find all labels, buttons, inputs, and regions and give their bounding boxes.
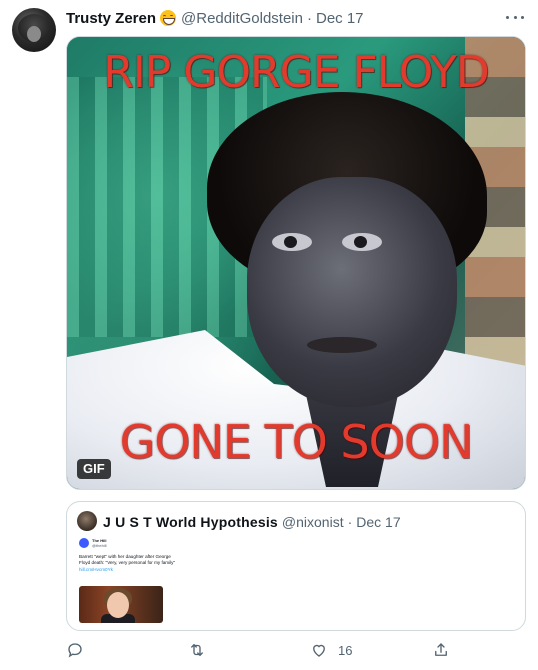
gif-mouth [307,337,377,353]
gif-right-eye [342,233,382,251]
reply-button[interactable] [66,640,84,660]
reply-icon [68,643,82,658]
share-icon [435,643,447,656]
share-button[interactable] [432,640,450,660]
embedded-link: hill.cm/Hvcm0Yk [79,566,113,572]
action-bar: 16 [66,640,466,660]
quote-date: Dec 17 [356,514,401,530]
gif-badge: GIF [77,459,111,479]
gif-caption-bottom: GONE TO SOON [119,415,474,469]
embedded-photo [79,586,163,623]
quote-separator-dot: · [347,514,353,530]
like-button[interactable]: 16 [310,640,352,660]
gif-left-eye [272,233,312,251]
embedded-photo-face [107,592,129,618]
tweet[interactable]: Trusty Zeren @RedditGoldstein · Dec 17 R… [0,0,538,670]
heart-icon [313,644,325,657]
retweet-icon [191,644,203,656]
like-count: 16 [338,642,353,658]
embedded-header: The Hill @thehill [79,538,189,548]
retweet-button[interactable] [188,640,206,660]
gif-caption-top: RIP GORGE FLOYD [103,47,490,98]
tweet-header: Trusty Zeren @RedditGoldstein · Dec 17 [66,8,364,28]
embedded-tweet-screenshot: The Hill @thehill Barrett "wept" with he… [79,538,189,573]
separator-dot: · [307,9,312,27]
quote-display-name: J U S T World Hypothesis [103,514,278,530]
gif-face [247,177,457,407]
avatar[interactable] [12,8,56,52]
gif-media[interactable]: RIP GORGE FLOYD GONE TO SOON GIF [66,36,526,490]
avatar-face [27,26,41,42]
user-handle[interactable]: @RedditGoldstein [181,10,303,27]
display-name[interactable]: Trusty Zeren [66,10,156,27]
embedded-handle: @thehill [92,543,107,548]
more-options-icon[interactable] [506,8,524,26]
quote-header: J U S T World Hypothesis @nixonist · Dec… [103,512,401,532]
grinning-face-icon [160,10,177,26]
embedded-body: Barrett "wept" with her daughter after G… [79,554,176,566]
embedded-text: Barrett "wept" with her daughter after G… [79,554,179,573]
quote-tweet[interactable]: J U S T World Hypothesis @nixonist · Dec… [66,501,526,631]
quote-handle: @nixonist [281,514,344,530]
quote-avatar[interactable] [77,511,97,531]
embedded-avatar [79,538,89,548]
tweet-date[interactable]: Dec 17 [316,10,364,27]
